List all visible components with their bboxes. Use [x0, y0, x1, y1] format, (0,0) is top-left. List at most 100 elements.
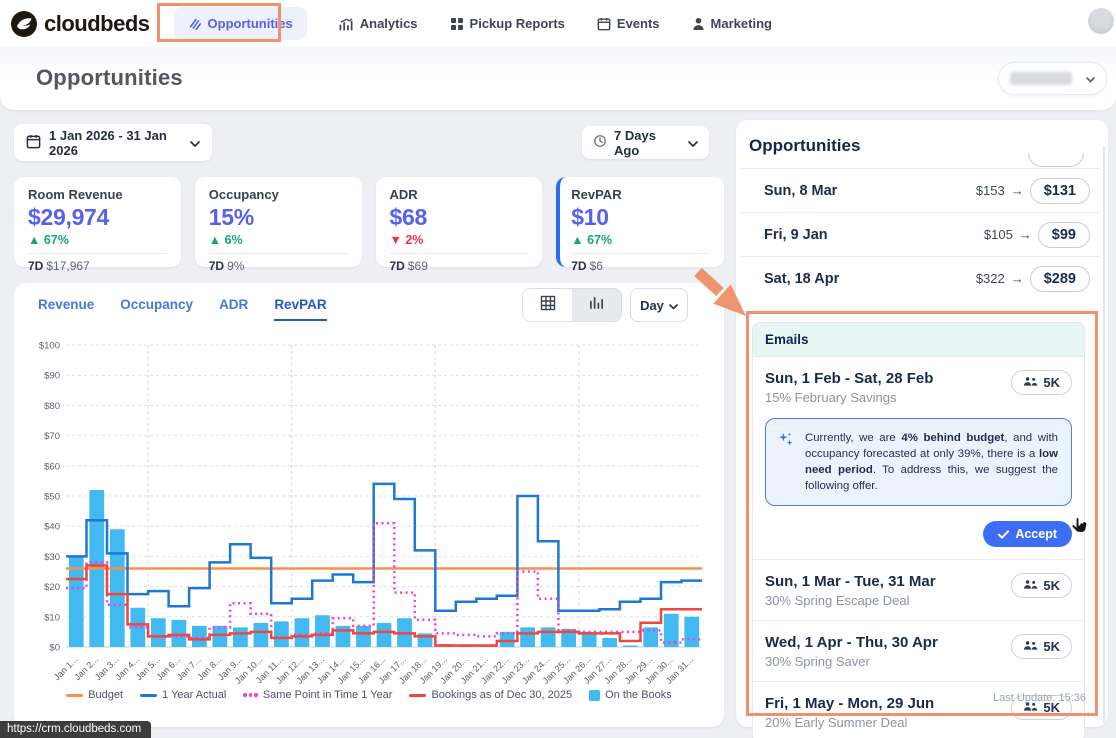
date-range-picker[interactable]: 1 Jan 2026 - 31 Jan 2026 [14, 124, 212, 161]
people-icon [1023, 578, 1038, 593]
nav-item-marketing[interactable]: Marketing [692, 16, 772, 31]
legend-swatch [140, 694, 157, 697]
svg-text:$90: $90 [44, 371, 60, 382]
old-price: $153 [976, 183, 1005, 198]
date-range-value: 1 Jan 2026 - 31 Jan 2026 [49, 128, 182, 158]
tab-revpar[interactable]: RevPAR [274, 297, 326, 321]
panel-title: Opportunities [749, 136, 860, 156]
compare-period-dropdown[interactable]: 7 Days Ago [582, 126, 709, 159]
accept-label: Accept [1015, 527, 1057, 541]
email-offer-name: 20% Early Summer Deal [765, 715, 934, 730]
kpi-card-occupancy[interactable]: Occupancy 15% ▲ 6% 7D9% [195, 177, 362, 267]
kpi-card-room-revenue[interactable]: Room Revenue $29,974 ▲ 67% 7D$17,967 [14, 177, 181, 267]
tab-occupancy[interactable]: Occupancy [120, 297, 193, 321]
kpi-previous-period: 7D9% [209, 259, 348, 273]
kpi-label: ADR [390, 187, 529, 202]
browser-status-url: https://crm.cloudbeds.com [0, 721, 151, 738]
cloudbeds-logo[interactable]: cloudbeds [10, 10, 150, 38]
new-price-pill[interactable]: $99 [1038, 222, 1090, 248]
kpi-value: $68 [390, 204, 529, 231]
history-clock-icon [593, 134, 607, 151]
compare-period-value: 7 Days Ago [614, 128, 681, 158]
legend-bookings-as-of-dec-30-2025: Bookings as of Dec 30, 2025 [409, 689, 572, 701]
new-price-pill[interactable]: $289 [1030, 266, 1090, 292]
opportunity-date: Sun, 8 Mar [764, 183, 837, 199]
kpi-previous-period: 7D$69 [390, 259, 529, 273]
nav-item-pickup-reports[interactable]: Pickup Reports [450, 16, 565, 31]
brand-name: cloudbeds [44, 11, 150, 37]
table-view-button[interactable] [523, 289, 572, 321]
kpi-label: Occupancy [209, 187, 348, 202]
top-navigation: cloudbeds Opportunities Analytics Pickup R… [0, 0, 1116, 47]
emails-header: Emails [753, 323, 1084, 357]
arrow-glyph: → [1011, 271, 1024, 286]
audience-pill[interactable]: 5K [1011, 370, 1072, 395]
svg-text:$20: $20 [44, 582, 60, 593]
accept-button[interactable]: Accept [983, 521, 1072, 547]
kpi-value: 15% [209, 204, 348, 231]
chevron-down-icon [190, 135, 200, 150]
nav-item-opportunities[interactable]: Opportunities [174, 7, 307, 40]
kpi-previous-period: 7D$17,967 [28, 259, 167, 273]
chevron-down-icon [669, 298, 678, 313]
redacted-property-name [1010, 72, 1072, 85]
bar-chart-icon [589, 295, 604, 315]
kpi-delta: ▲ 6% [209, 233, 348, 254]
svg-text:$60: $60 [44, 461, 60, 472]
emails-card: Emails Sun, 1 Feb - Sat, 28 Feb 15% Febr… [752, 322, 1085, 738]
opportunity-row[interactable]: Sun, 8 Mar $153 → $131 [740, 168, 1100, 212]
nav-item-analytics[interactable]: Analytics [339, 16, 418, 31]
audience-pill[interactable]: 5K [1011, 573, 1072, 598]
ai-message: Currently, we are 4% behind budget, and … [805, 430, 1058, 494]
kpi-label: Room Revenue [28, 187, 167, 202]
nav-item-events[interactable]: Events [597, 16, 660, 31]
events-icon [597, 17, 611, 31]
tab-revenue[interactable]: Revenue [38, 297, 94, 321]
legend-swatch [409, 694, 426, 697]
kpi-card-revpar[interactable]: RevPAR $10 ▲ 67% 7D$6 [556, 177, 724, 267]
arrow-glyph: → [1019, 227, 1032, 242]
opportunity-row[interactable]: Sat, 18 Apr $322 → $289 [740, 256, 1100, 300]
audience-pill[interactable]: 5K [1011, 634, 1072, 659]
svg-text:$80: $80 [44, 401, 60, 412]
email-date-range: Wed, 1 Apr - Thu, 30 Apr [765, 634, 938, 651]
email-item[interactable]: Wed, 1 Apr - Thu, 30 Apr 30% Spring Save… [753, 620, 1084, 681]
old-price: $322 [976, 271, 1005, 286]
email-item[interactable]: Sun, 1 Mar - Tue, 31 Mar 30% Spring Esca… [753, 559, 1084, 620]
opportunity-date: Fri, 9 Jan [764, 227, 828, 243]
chevron-down-icon [688, 135, 698, 150]
series-1-year-actual [66, 484, 702, 611]
legend-on-the-books: On the Books [589, 689, 672, 701]
property-selector-dropdown[interactable] [998, 62, 1107, 95]
kpi-previous-period: 7D$6 [571, 259, 710, 273]
page-title: Opportunities [36, 65, 183, 91]
email-items: Sun, 1 Feb - Sat, 28 Feb 15% February Sa… [753, 357, 1084, 738]
clipped-list-row: - - - [1028, 153, 1084, 168]
svg-text:$0: $0 [49, 643, 60, 654]
ai-suggestion-box: Currently, we are 4% behind budget, and … [765, 418, 1072, 506]
audience-count: 5K [1043, 578, 1060, 593]
arrow-glyph: → [1011, 183, 1024, 198]
email-item[interactable]: Sun, 1 Feb - Sat, 28 Feb 15% February Sa… [753, 357, 1084, 559]
new-price-pill[interactable]: $131 [1030, 178, 1090, 204]
table-icon [540, 295, 556, 316]
granularity-dropdown[interactable]: Day [630, 288, 688, 322]
granularity-value: Day [640, 298, 664, 313]
svg-text:$50: $50 [44, 492, 60, 503]
kpi-value: $29,974 [28, 204, 167, 231]
panel-scrollbar[interactable] [1103, 146, 1105, 723]
user-avatar[interactable] [1088, 8, 1114, 34]
chart-legend: Budget1 Year ActualSame Point in Time 1 … [14, 689, 724, 701]
clipped-price-pill[interactable]: - - - [1028, 153, 1084, 167]
kpi-cards: Room Revenue $29,974 ▲ 67% 7D$17,967 Occ… [14, 177, 724, 267]
kpi-value: $10 [571, 204, 710, 231]
cloudbeds-dashboard: cloudbeds Opportunities Analytics Pickup R… [0, 0, 1116, 738]
chart-view-button[interactable] [572, 289, 621, 321]
opportunity-row[interactable]: Fri, 9 Jan $105 → $99 [740, 212, 1100, 256]
kpi-card-adr[interactable]: ADR $68 ▼ 2% 7D$69 [376, 177, 543, 267]
email-date-range: Sun, 1 Feb - Sat, 28 Feb [765, 370, 933, 387]
email-item[interactable]: Fri, 1 May - Mon, 29 Jun 20% Early Summe… [753, 681, 1084, 738]
tab-adr[interactable]: ADR [219, 297, 248, 321]
legend-swatch [66, 694, 83, 697]
old-price: $105 [984, 227, 1013, 242]
